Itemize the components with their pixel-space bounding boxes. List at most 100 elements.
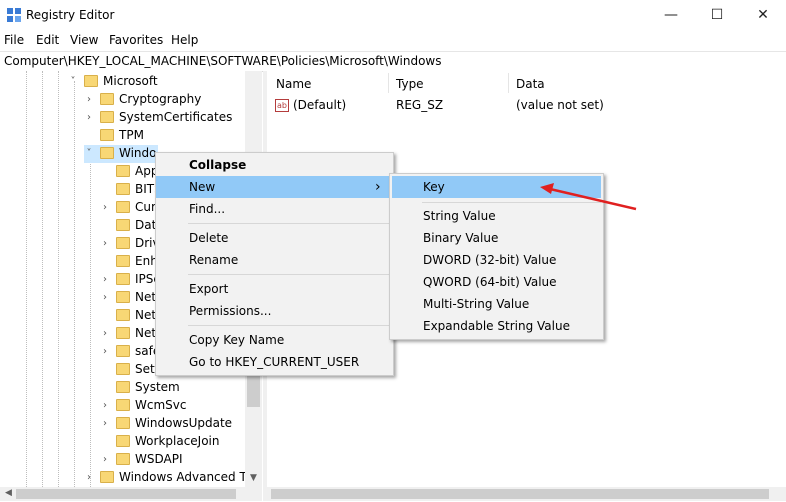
menu-item-label: Multi-String Value (423, 297, 530, 311)
chevron-right-icon[interactable]: › (100, 346, 110, 358)
menu-edit[interactable]: Edit (36, 33, 59, 47)
folder-icon (116, 345, 130, 357)
chevron-right-icon[interactable]: › (100, 238, 110, 250)
chevron-right-icon[interactable]: › (100, 454, 110, 466)
tree-item-label: Cur (135, 200, 156, 214)
menu-help[interactable]: Help (171, 33, 198, 47)
chevron-right-icon[interactable]: › (100, 400, 110, 412)
string-value-icon: ab (275, 99, 289, 112)
chevron-right-icon[interactable]: › (84, 112, 94, 124)
menu-item-label: QWORD (64-bit) Value (423, 275, 557, 289)
chevron-right-icon[interactable]: › (100, 202, 110, 214)
registry-editor-icon (7, 8, 21, 22)
menu-view[interactable]: View (70, 33, 98, 47)
address-bar[interactable]: Computer\HKEY_LOCAL_MACHINE\SOFTWARE\Pol… (0, 51, 786, 72)
column-header-data[interactable]: Data (516, 77, 545, 91)
scrollbar-thumb[interactable] (247, 371, 260, 407)
menu-favorites[interactable]: Favorites (109, 33, 163, 47)
chevron-right-icon[interactable]: › (100, 418, 110, 430)
tree-item-label: Cryptography (119, 92, 202, 106)
submenu-item-dword-value[interactable]: DWORD (32-bit) Value (390, 249, 603, 271)
menu-item-label: Rename (189, 253, 239, 267)
folder-icon (116, 417, 130, 429)
folder-icon (116, 273, 130, 285)
folder-icon (116, 255, 130, 267)
menu-item-label: Collapse (189, 158, 247, 172)
chevron-right-icon[interactable]: › (100, 292, 110, 304)
tree-item-label: WorkplaceJoin (135, 434, 220, 448)
folder-icon (116, 219, 130, 231)
menu-item-collapse[interactable]: Collapse (156, 154, 393, 176)
folder-icon (84, 75, 98, 87)
chevron-down-icon[interactable]: ˅ (84, 148, 94, 160)
menu-item-rename[interactable]: Rename (156, 249, 393, 271)
folder-icon (116, 201, 130, 213)
folder-icon (116, 327, 130, 339)
scrollbar-thumb[interactable] (271, 489, 769, 499)
menu-item-label: New (189, 180, 216, 194)
close-button[interactable]: ✕ (740, 0, 786, 30)
menu-item-label: Key (423, 180, 445, 194)
submenu-item-expandable-string-value[interactable]: Expandable String Value (390, 315, 603, 337)
tree-item-label: Net (135, 326, 157, 340)
menu-file[interactable]: File (4, 33, 24, 47)
folder-icon (116, 435, 130, 447)
tree-item-label: Microsoft (103, 74, 158, 88)
menu-item-goto-hkcu[interactable]: Go to HKEY_CURRENT_USER (156, 351, 393, 373)
tree-item-label: TPM (119, 128, 144, 142)
column-header-name[interactable]: Name (276, 77, 311, 91)
folder-icon (116, 363, 130, 375)
maximize-button[interactable]: ☐ (694, 0, 740, 30)
column-header-type[interactable]: Type (396, 77, 424, 91)
window-title: Registry Editor (26, 8, 115, 22)
folder-icon (116, 165, 130, 177)
menu-item-label: Find... (189, 202, 226, 216)
folder-icon (100, 129, 114, 141)
tree-item-label: Net (135, 308, 157, 322)
folder-icon (100, 111, 114, 123)
menu-item-label: String Value (423, 209, 496, 223)
folder-icon (116, 237, 130, 249)
submenu-item-multistring-value[interactable]: Multi-String Value (390, 293, 603, 315)
chevron-right-icon[interactable]: › (100, 328, 110, 340)
submenu-arrow-icon: › (375, 179, 381, 195)
folder-icon (116, 399, 130, 411)
chevron-right-icon[interactable]: › (84, 472, 94, 484)
chevron-down-icon[interactable]: ˅ (68, 76, 78, 88)
menu-item-label: DWORD (32-bit) Value (423, 253, 557, 267)
minimize-button[interactable]: — (648, 0, 694, 30)
address-path: Computer\HKEY_LOCAL_MACHINE\SOFTWARE\Pol… (4, 54, 442, 68)
menu-item-label: Delete (189, 231, 229, 245)
menu-item-delete[interactable]: Delete (156, 227, 393, 249)
menu-bar: File Edit View Favorites Help (0, 30, 786, 50)
chevron-right-icon[interactable]: › (84, 94, 94, 106)
tree-horizontal-scrollbar[interactable]: ◀ (0, 487, 262, 501)
values-horizontal-scrollbar[interactable] (267, 487, 786, 501)
tree-item-label: Windows Advanced Thr (119, 470, 260, 484)
context-menu: Collapse New › Find... Delete Rename Exp… (155, 152, 394, 376)
folder-icon (116, 453, 130, 465)
menu-item-find[interactable]: Find... (156, 198, 393, 220)
menu-item-copy-key-name[interactable]: Copy Key Name (156, 329, 393, 351)
tree-item-label: WindowsUpdate (135, 416, 233, 430)
menu-item-label: Permissions... (189, 304, 272, 318)
title-bar: Registry Editor — ☐ ✕ (0, 0, 786, 30)
scrollbar-thumb[interactable] (16, 489, 236, 499)
folder-icon (100, 93, 114, 105)
menu-item-label: Copy Key Name (189, 333, 285, 347)
tree-item-label: Net (135, 290, 157, 304)
tree-item-label: SystemCertificates (119, 110, 233, 124)
scroll-down-icon[interactable]: ▼ (245, 470, 262, 487)
value-data: (value not set) (516, 98, 604, 112)
folder-icon (100, 147, 114, 159)
menu-item-export[interactable]: Export (156, 278, 393, 300)
submenu-item-qword-value[interactable]: QWORD (64-bit) Value (390, 271, 603, 293)
scroll-left-icon[interactable]: ◀ (0, 485, 17, 502)
submenu-item-binary-value[interactable]: Binary Value (390, 227, 603, 249)
tree-item-windows[interactable]: ˅ Windo (84, 145, 158, 163)
menu-item-permissions[interactable]: Permissions... (156, 300, 393, 322)
chevron-right-icon[interactable]: › (100, 274, 110, 286)
menu-item-new[interactable]: New › (156, 176, 393, 198)
folder-icon (116, 309, 130, 321)
value-name[interactable]: (Default) (293, 98, 346, 116)
